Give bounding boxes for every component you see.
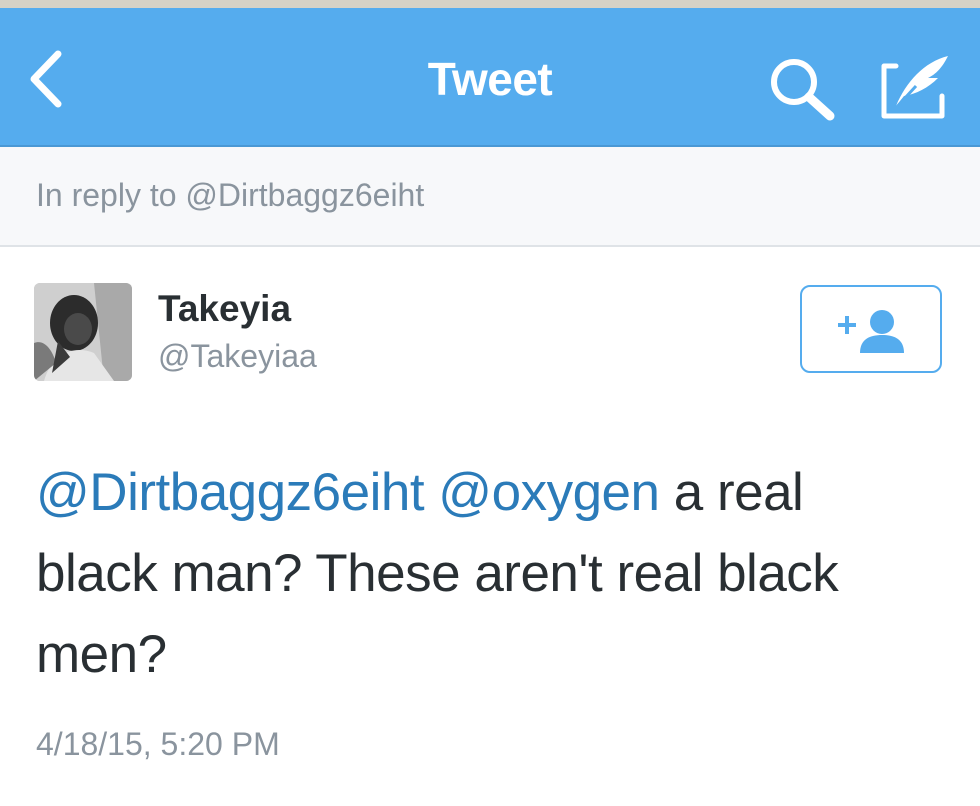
compose-tweet-icon [881, 56, 948, 119]
in-reply-to-text: In reply to @Dirtbaggz6eiht [36, 177, 425, 213]
search-button[interactable] [766, 54, 838, 126]
tweet-timestamp: 4/18/15, 5:20 PM [36, 726, 280, 762]
author-handle[interactable]: @Takeyiaa [158, 338, 317, 375]
top-edge [0, 0, 980, 8]
in-reply-to-bar[interactable]: In reply to @Dirtbaggz6eiht [0, 147, 980, 247]
author-display-name[interactable]: Takeyia [158, 288, 291, 330]
tweet-text: @Dirtbaggz6eiht @oxygen a real black man… [36, 452, 936, 695]
search-icon [771, 59, 835, 121]
mention-link[interactable]: @Dirtbaggz6eiht [36, 463, 425, 522]
follow-button[interactable] [800, 285, 942, 373]
compose-tweet-button[interactable] [876, 52, 952, 124]
add-user-icon [838, 310, 904, 353]
author-avatar[interactable] [34, 283, 132, 381]
mention-link[interactable]: @oxygen [438, 463, 660, 522]
navigation-bar: Tweet [0, 8, 980, 147]
avatar-photo [34, 283, 132, 381]
